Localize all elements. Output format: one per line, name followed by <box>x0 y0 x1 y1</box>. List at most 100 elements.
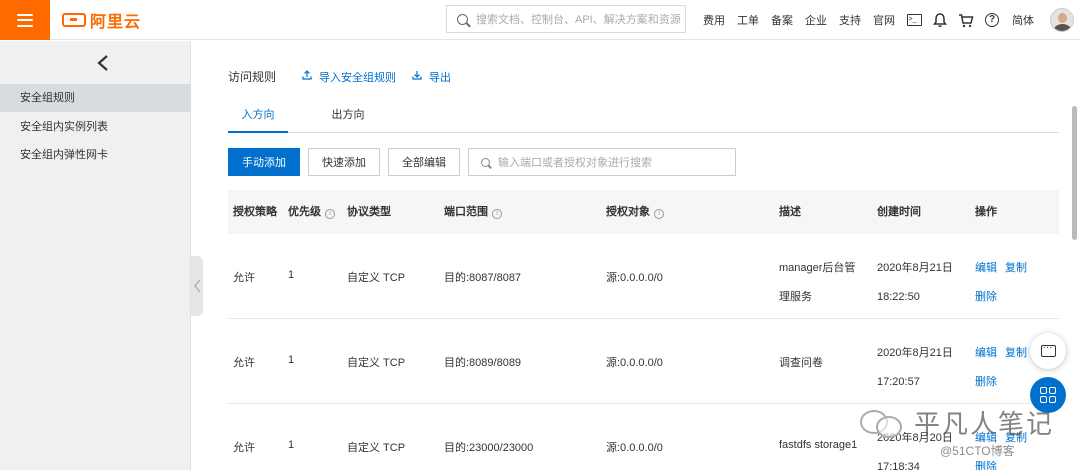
nav-tickets[interactable]: 工单 <box>737 12 759 28</box>
export-label: 导出 <box>429 71 452 84</box>
export-link[interactable]: 导出 <box>412 69 451 85</box>
col-priority-label: 优先级 <box>288 206 321 218</box>
top-icons: >_ ? 简体 <box>906 0 1074 40</box>
cell-protocol: 自定义 TCP <box>347 357 406 369</box>
cart-icon[interactable] <box>958 12 974 28</box>
watermark: 平凡人笔记 @51CTO博客 <box>858 402 1080 470</box>
desc-line: 理服务 <box>779 291 812 303</box>
col-port-range: 端口范围 i <box>444 190 502 234</box>
copy-link[interactable]: 复制 <box>1005 262 1027 274</box>
search-icon <box>481 157 490 167</box>
watermark-title: 平凡人笔记 <box>914 410 1055 440</box>
col-protocol: 协议类型 <box>347 206 391 218</box>
bell-icon[interactable] <box>932 12 948 28</box>
sidebar-item-eni[interactable]: 安全组内弹性网卡 <box>0 141 191 169</box>
cell-policy: 允许 <box>233 442 255 454</box>
top-bar: 阿里云 搜索文档、控制台、API、解决方案和资源 费用 工单 备案 企业 支持 … <box>0 0 1080 40</box>
col-policy: 授权策略 <box>233 206 277 218</box>
cell-source: 源:0.0.0.0/0 <box>606 272 663 284</box>
language-switch[interactable]: 简体 <box>1012 12 1034 28</box>
help-icon[interactable]: ? <box>984 12 1000 28</box>
info-icon[interactable]: i <box>492 209 502 219</box>
cell-policy: 允许 <box>233 272 255 284</box>
cell-actions: 编辑 复制删除 <box>975 339 1035 397</box>
cell-source: 源:0.0.0.0/0 <box>606 442 663 454</box>
feedback-button[interactable] <box>1030 333 1066 369</box>
logo[interactable]: 阿里云 <box>62 9 141 31</box>
chat-icon <box>1040 342 1056 357</box>
edit-link[interactable]: 编辑 <box>975 347 997 359</box>
cell-created: 2020年8月21日 17:20:57 <box>877 339 953 397</box>
aliyun-logo-icon <box>62 13 86 27</box>
search-placeholder: 搜索文档、控制台、API、解决方案和资源 <box>476 14 681 26</box>
direction-tabs: 入方向 出方向 <box>228 103 1059 133</box>
cell-priority: 1 <box>288 269 295 281</box>
hamburger-icon <box>17 13 33 27</box>
import-icon <box>302 70 312 83</box>
section-header: 访问规则 导入安全组规则 导出 <box>228 68 467 85</box>
sidebar-toggle-icon[interactable] <box>191 256 203 316</box>
edit-link[interactable]: 编辑 <box>975 262 997 274</box>
col-auth-object: 授权对象 i <box>606 190 664 234</box>
import-rules-link[interactable]: 导入安全组规则 <box>302 69 396 85</box>
created-time: 18:22:50 <box>877 291 920 303</box>
terminal-icon[interactable]: >_ <box>906 12 922 28</box>
tab-outbound[interactable]: 出方向 <box>318 103 378 133</box>
top-nav: 费用 工单 备案 企业 支持 官网 <box>703 0 907 40</box>
cell-protocol: 自定义 TCP <box>347 442 406 454</box>
cell-created: 2020年8月21日 18:22:50 <box>877 254 953 312</box>
cell-source: 源:0.0.0.0/0 <box>606 357 663 369</box>
nav-fees[interactable]: 费用 <box>703 12 725 28</box>
sidebar: 安全组规则 安全组内实例列表 安全组内弹性网卡 <box>0 41 191 470</box>
col-priority: 优先级 i <box>288 190 335 234</box>
cell-actions: 编辑 复制删除 <box>975 254 1035 312</box>
nav-website[interactable]: 官网 <box>873 12 895 28</box>
brand-name: 阿里云 <box>90 14 142 31</box>
page-title: 访问规则 <box>228 70 277 84</box>
watermark-subtitle: @51CTO博客 <box>940 444 1015 458</box>
cell-priority: 1 <box>288 439 295 451</box>
quick-add-button[interactable]: 快速添加 <box>308 148 380 176</box>
chevron-left-icon[interactable] <box>96 54 110 76</box>
cell-priority: 1 <box>288 354 295 366</box>
nav-support[interactable]: 支持 <box>839 12 861 28</box>
cell-description: manager后台管 理服务 <box>779 254 855 312</box>
table-header: 授权策略 优先级 i 协议类型 端口范围 i 授权对象 i 描述 创建时间 操作 <box>228 190 1059 234</box>
table-row: 允许 1 自定义 TCP 目的:8089/8089 源:0.0.0.0/0 调查… <box>228 319 1059 404</box>
cell-description: fastdfs storage1 <box>779 439 858 451</box>
created-date: 2020年8月21日 <box>877 347 953 359</box>
col-actions: 操作 <box>975 206 997 218</box>
nav-icp[interactable]: 备案 <box>771 12 793 28</box>
export-icon <box>412 70 422 83</box>
col-created-time: 创建时间 <box>877 206 921 218</box>
sidebar-item-security-group-rules[interactable]: 安全组规则 <box>0 84 191 112</box>
avatar[interactable] <box>1050 8 1074 32</box>
delete-link[interactable]: 删除 <box>975 376 997 388</box>
cell-port: 目的:8087/8087 <box>444 272 522 284</box>
manual-add-button[interactable]: 手动添加 <box>228 148 300 176</box>
cell-port: 目的:8089/8089 <box>444 357 522 369</box>
cell-policy: 允许 <box>233 357 255 369</box>
rule-search-input[interactable]: 输入端口或者授权对象进行搜索 <box>468 148 736 176</box>
info-icon[interactable]: i <box>325 209 335 219</box>
desc-line: manager后台管 <box>779 262 856 274</box>
sidebar-item-instance-list[interactable]: 安全组内实例列表 <box>0 113 191 141</box>
menu-button[interactable] <box>0 0 50 40</box>
import-rules-label: 导入安全组规则 <box>319 71 397 84</box>
search-icon <box>457 13 468 25</box>
cell-description: 调查问卷 <box>779 357 823 369</box>
delete-link[interactable]: 删除 <box>975 291 997 303</box>
copy-link[interactable]: 复制 <box>1005 347 1027 359</box>
scrollbar[interactable] <box>1072 106 1077 240</box>
edit-all-button[interactable]: 全部编辑 <box>388 148 460 176</box>
info-icon[interactable]: i <box>654 209 664 219</box>
global-search-input[interactable]: 搜索文档、控制台、API、解决方案和资源 <box>446 5 686 33</box>
cell-protocol: 自定义 TCP <box>347 272 406 284</box>
table-row: 允许 1 自定义 TCP 目的:8087/8087 源:0.0.0.0/0 ma… <box>228 234 1059 319</box>
nav-enterprise[interactable]: 企业 <box>805 12 827 28</box>
created-date: 2020年8月21日 <box>877 262 953 274</box>
rule-search-placeholder: 输入端口或者授权对象进行搜索 <box>498 157 652 169</box>
tab-inbound[interactable]: 入方向 <box>228 103 288 133</box>
col-auth-object-label: 授权对象 <box>606 206 650 218</box>
created-time: 17:20:57 <box>877 376 920 388</box>
